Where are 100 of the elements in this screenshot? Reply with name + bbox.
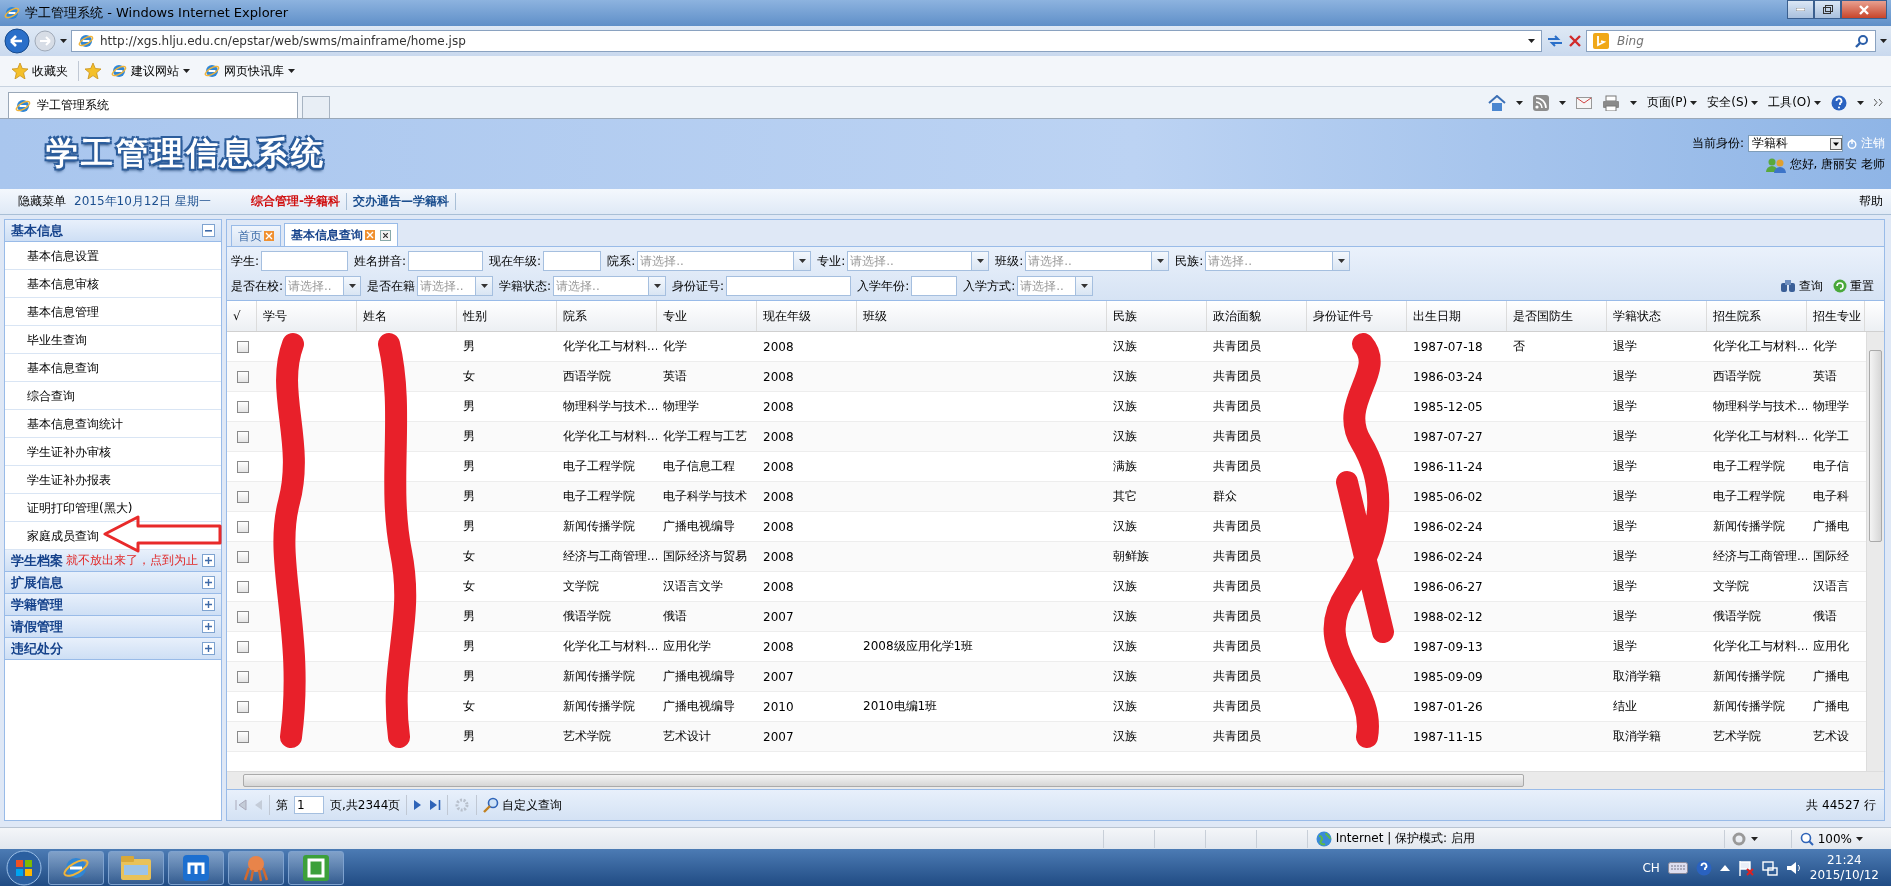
text-field[interactable] [261,251,349,271]
caret-icon[interactable] [1515,100,1523,105]
page-number-field[interactable]: 1 [294,796,324,814]
volume-icon[interactable] [1785,860,1802,876]
column-header[interactable]: 招生专业 [1807,301,1865,331]
dropdown-button[interactable] [648,276,667,296]
row-checkbox[interactable] [237,550,249,563]
expand-button[interactable] [202,642,215,655]
query-button[interactable]: 查询 [1780,277,1823,295]
column-header[interactable]: 民族 [1107,301,1207,331]
row-checkbox[interactable] [237,640,249,653]
dropdown-field[interactable]: 请选择.. [1017,276,1076,296]
row-checkbox[interactable] [237,490,249,503]
column-header[interactable]: 出生日期 [1407,301,1507,331]
text-field[interactable] [543,251,602,271]
sidebar-item[interactable]: 证明打印管理(黑大) [27,501,133,514]
help-icon[interactable] [1831,94,1847,111]
search-box[interactable]: Bing [1586,30,1876,52]
dropdown-button[interactable] [343,276,362,296]
command-menu[interactable]: 安全(S) [1707,94,1759,111]
horizontal-scrollbar[interactable] [227,771,1884,789]
caret-icon[interactable] [1528,39,1535,43]
mail-icon[interactable] [1575,96,1592,109]
star-icon[interactable] [85,63,101,79]
text-field[interactable] [726,276,852,296]
sidebar-item[interactable]: 基本信息管理 [27,305,99,318]
minimize-button[interactable] [1787,0,1814,19]
sidebar-item[interactable]: 基本信息设置 [27,249,99,262]
address-field[interactable]: http://xgs.hlju.edu.cn/epstar/web/swms/mainframe/home.jsp [71,30,1542,52]
language-indicator[interactable]: CH [1642,861,1660,875]
sidebar-item[interactable]: 综合查询 [27,389,75,402]
zoom-button[interactable]: 100% [1790,829,1871,848]
caret-icon[interactable] [1857,100,1864,105]
text-field[interactable] [408,251,484,271]
back-icon[interactable] [4,28,30,54]
network-icon[interactable] [1761,860,1778,876]
content-tab[interactable]: 首页 [231,225,281,246]
dropdown-button[interactable] [971,251,990,271]
clock[interactable]: 21:24 2015/10/12 [1809,853,1879,883]
row-checkbox[interactable] [237,520,249,533]
dropdown-field[interactable]: 请选择.. [1025,251,1152,271]
column-header[interactable]: 学籍状态 [1607,301,1707,331]
close-tab-button[interactable] [380,229,391,241]
dropdown-field[interactable]: 请选择.. [1205,251,1333,271]
module-menu[interactable]: 交办通告—学籍科 [346,193,456,210]
expand-button[interactable] [202,620,215,633]
sidebar-item[interactable]: 基本信息审核 [27,277,99,290]
column-header[interactable]: 学号 [257,301,357,331]
taskbar-button[interactable] [288,851,344,885]
caret-icon[interactable] [1880,39,1887,43]
caret-icon[interactable] [1750,836,1758,841]
flag-icon[interactable] [1737,860,1754,876]
sidebar-item[interactable]: 基本信息查询统计 [27,417,123,430]
taskbar-button[interactable] [48,851,104,885]
column-header[interactable]: 性别 [457,301,557,331]
expand-button[interactable] [202,598,215,611]
dropdown-button[interactable] [1075,276,1094,296]
caret-icon[interactable] [1558,100,1566,105]
reset-button[interactable]: 重置 [1833,277,1874,295]
caret-icon[interactable] [60,39,67,43]
search-field[interactable]: Bing [1615,33,1849,49]
refresh-icon[interactable] [1546,33,1564,49]
maximize-button[interactable] [1814,0,1841,19]
row-checkbox[interactable] [237,670,249,683]
column-header[interactable]: 专业 [657,301,757,331]
printer-icon[interactable] [1601,94,1620,111]
keyboard-icon[interactable] [1667,862,1688,874]
dropdown-field[interactable]: 请选择.. [285,276,344,296]
favorites-button[interactable]: 收藏夹 [8,60,72,82]
identity-dropdown[interactable]: 学籍科 [1748,135,1843,152]
row-checkbox[interactable] [237,610,249,623]
row-checkbox[interactable] [237,370,249,383]
sidebar-item[interactable]: 基本信息查询 [27,361,99,374]
hide-menu-link[interactable]: 隐藏菜单 [18,193,66,210]
column-header[interactable]: 身份证件号 [1307,301,1407,331]
home-icon[interactable] [1487,94,1506,111]
dropdown-button[interactable] [475,276,494,296]
help-link[interactable]: 帮助 [1851,193,1891,210]
row-checkbox[interactable] [237,700,249,713]
content-tab[interactable]: 基本信息查询 [284,223,398,246]
command-menu[interactable]: 页面(P) [1646,94,1698,111]
close-button[interactable] [1841,0,1887,19]
collapse-button[interactable] [202,224,215,237]
column-header[interactable]: 班级 [857,301,1107,331]
column-header[interactable]: 现在年级 [757,301,857,331]
command-menu[interactable]: 工具(O) [1768,94,1821,111]
sidebar-item[interactable]: 学生证补办审核 [27,445,111,458]
start-icon[interactable] [4,850,44,886]
dropdown-field[interactable]: 请选择.. [553,276,649,296]
dropdown-field[interactable]: 请选择.. [637,251,794,271]
chevron-icon[interactable] [1874,99,1883,106]
feed-icon[interactable] [1532,94,1549,111]
vertical-scrollbar[interactable] [1866,332,1884,771]
sidebar-item[interactable]: 家庭成员查询 [27,529,99,542]
favorites-link[interactable]: 网页快讯库 [200,60,299,82]
text-field[interactable] [911,276,958,296]
sidebar-item[interactable]: 学生证补办报表 [27,473,111,486]
browser-tab[interactable]: 学工管理系统 [8,92,298,118]
sidebar-item[interactable]: 毕业生查询 [27,333,87,346]
stop-icon[interactable] [1568,34,1582,48]
